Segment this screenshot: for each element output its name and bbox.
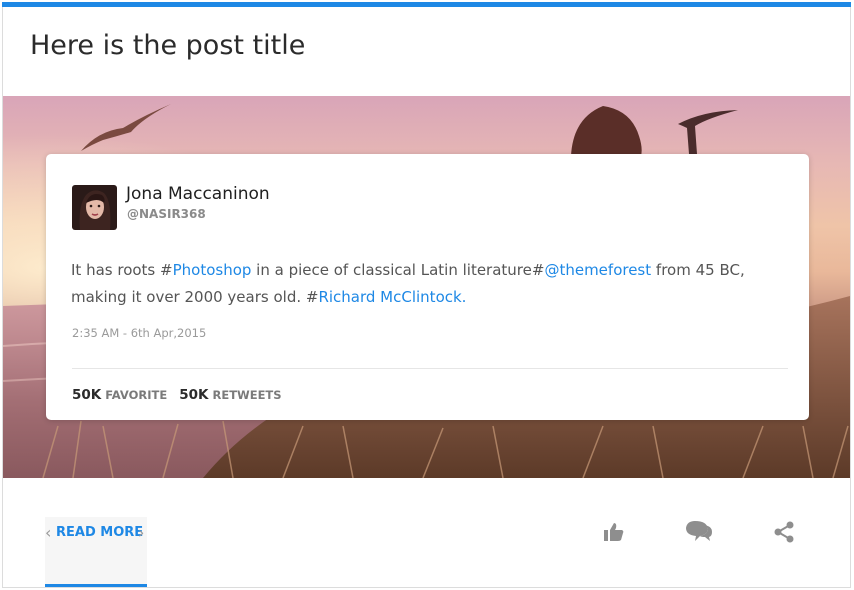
- tweet-text-segment: It has roots #: [71, 261, 173, 279]
- favorites-label: FAVORITE: [105, 388, 168, 402]
- chevron-right-icon: ›: [138, 523, 145, 542]
- tweet-card: Jona Maccaninon @NASIR368 It has roots #…: [46, 154, 809, 420]
- divider: [72, 368, 788, 369]
- read-more-label: READ MORE: [56, 525, 144, 540]
- tweet-text-segment: from 45 BC,: [651, 261, 745, 279]
- chevron-left-icon: ‹: [45, 523, 52, 542]
- avatar[interactable]: [72, 185, 117, 230]
- tweet-text-segment: making it over 2000 years old. #: [71, 288, 319, 306]
- tweet-stats: 50K FAVORITE 50K RETWEETS: [72, 387, 290, 403]
- accent-bar: [2, 2, 851, 7]
- tweet-user-name[interactable]: Jona Maccaninon: [126, 184, 270, 204]
- hashtag-richard-mcclintock-link[interactable]: Richard McClintock.: [318, 288, 466, 306]
- tweet-user-handle[interactable]: @NASIR368: [127, 207, 206, 221]
- tweet-timestamp: 2:35 AM - 6th Apr,2015: [72, 326, 207, 340]
- share-icon[interactable]: [773, 521, 795, 548]
- hashtag-photoshop-link[interactable]: Photoshop: [173, 261, 252, 279]
- retweets-label: RETWEETS: [212, 388, 282, 402]
- favorites-count: 50K: [72, 387, 102, 403]
- speech-bubbles-icon[interactable]: [685, 520, 713, 547]
- thumbs-up-icon[interactable]: [603, 522, 625, 547]
- retweets-count: 50K: [179, 387, 209, 403]
- tweet-text: It has roots #Photoshop in a piece of cl…: [71, 257, 791, 311]
- tweet-text-segment: in a piece of classical Latin literature…: [251, 261, 545, 279]
- favorites-stat[interactable]: 50K FAVORITE: [72, 387, 168, 403]
- read-more-button[interactable]: ‹ READ MORE ›: [45, 517, 147, 587]
- mention-themeforest-link[interactable]: @themeforest: [544, 261, 651, 279]
- page-title: Here is the post title: [30, 30, 306, 61]
- retweets-stat[interactable]: 50K RETWEETS: [179, 387, 282, 403]
